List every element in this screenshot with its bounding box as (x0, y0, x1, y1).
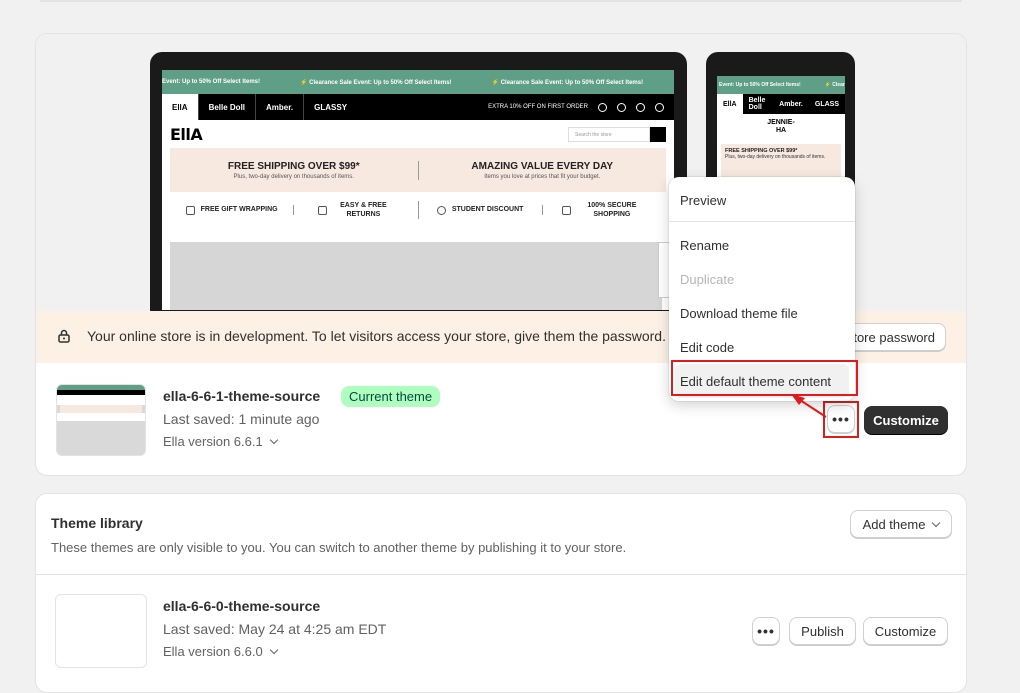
theme-version[interactable]: Ella version 6.6.0 (163, 644, 278, 659)
globe-icon (655, 102, 664, 112)
desktop-screen: Event: Up to 50% Off Select Items! ⚡ Cle… (162, 70, 674, 310)
desktop-preview: Event: Up to 50% Off Select Items! ⚡ Cle… (150, 52, 687, 322)
customize-button[interactable]: Customize (863, 617, 948, 645)
hero-placeholder (170, 242, 662, 310)
compare-icon (636, 102, 645, 112)
version-label: Ella version 6.6.1 (163, 434, 263, 449)
store-tab: EllA (162, 94, 199, 120)
menu-item-download[interactable]: Download theme file (669, 296, 855, 330)
search-icon (650, 126, 666, 142)
store-tab: Belle Doll (748, 97, 766, 111)
store-tab: Belle Doll (199, 94, 257, 120)
chevron-down-icon (932, 518, 941, 527)
current-theme-saved: Last saved: 1 minute ago (163, 411, 320, 427)
theme-saved: Last saved: May 24 at 4:25 am EDT (163, 621, 387, 637)
announcement-bar: Event: Up to 50% Off Select Items! ⚡ Cle… (162, 70, 674, 94)
value-sub: Items you love at prices that fit your b… (484, 173, 601, 180)
shipping-banner: FREE SHIPPING OVER $99* Plus, two-day de… (170, 148, 666, 192)
mobile-logo: JENNIE-HA (767, 119, 795, 134)
discount-icon (436, 205, 446, 215)
user-icon (598, 102, 607, 112)
promo-text: EXTRA 10% OFF ON FIRST ORDER (488, 104, 588, 110)
announcement-text: ⚡ Clearance Sale Event: Up to 50% Off Se… (491, 79, 644, 86)
feature-label: 100% SECURE SHOPPING (587, 201, 637, 218)
announcement-text: ⚡ Clearance Sale Event: Up to 50% Off Se… (300, 79, 452, 86)
menu-item-duplicate: Duplicate (680, 271, 735, 287)
menu-item-edit-code[interactable]: Edit code (669, 330, 855, 364)
feature-label: FREE GIFT WRAPPING (200, 206, 278, 214)
shield-icon (561, 205, 571, 215)
menu-divider (669, 221, 855, 222)
feature-label: STUDENT DISCOUNT (451, 206, 524, 214)
store-search: Search the store (568, 126, 666, 142)
ship-sub: Plus, two-day delivery on thousands of i… (233, 173, 354, 180)
version-label: Ella version 6.6.0 (163, 644, 263, 659)
mobile-ship: FREE SHIPPING OVER $99* Plus, two-day de… (721, 144, 841, 178)
customize-button[interactable]: Customize (864, 406, 948, 434)
menu-item-preview[interactable]: Preview (669, 183, 855, 217)
banner-text: Your online store is in development. To … (87, 328, 666, 344)
theme-thumbnail[interactable] (55, 594, 147, 668)
store-tab: GLASSY (314, 102, 348, 112)
gift-icon (185, 205, 195, 215)
divider (36, 574, 966, 575)
add-theme-label: Add theme (862, 516, 926, 532)
theme-library-card: Theme library These themes are only visi… (35, 493, 967, 693)
store-nav-right: EXTRA 10% OFF ON FIRST ORDER (488, 102, 674, 112)
feature-label: EASY & FREE RETURNS (340, 201, 387, 218)
current-theme-name: ella-6-6-1-theme-source (163, 388, 321, 404)
mobile-ship-sub: Plus, two-day delivery on thousands of i… (725, 154, 826, 160)
store-search-input: Search the store (568, 126, 650, 142)
add-theme-button[interactable]: Add theme (850, 510, 952, 538)
store-logo: EllA (170, 124, 203, 144)
store-tab: EllA (717, 94, 743, 114)
theme-name: ella-6-6-0-theme-source (163, 598, 321, 614)
highlight-box (823, 401, 859, 438)
features-row: FREE GIFT WRAPPING EASY & FREE RETURNS S… (170, 192, 666, 228)
store-tab: Amber. (256, 94, 305, 120)
announcement-text: ⚡ Clearance Sale Event: Up to 50% Off Se… (824, 82, 845, 88)
lock-icon (58, 329, 70, 343)
mobile-announcement: Event: Up to 50% Off Select Items! ⚡ Cle… (717, 76, 845, 94)
highlight-box (671, 360, 858, 396)
library-description: These themes are only visible to you. Yo… (51, 540, 627, 555)
mobile-header: JENNIE-HA (717, 114, 845, 140)
wishlist-icon (617, 102, 626, 112)
store-nav: EllA Belle Doll Amber. GLASSY EXTRA 10% … (162, 94, 674, 120)
chevron-down-icon (269, 645, 278, 655)
more-actions-button[interactable]: ••• (752, 617, 780, 645)
current-theme-version[interactable]: Ella version 6.6.1 (163, 434, 278, 449)
chevron-down-icon (269, 435, 278, 445)
current-theme-thumbnail[interactable] (56, 384, 146, 456)
mobile-store-nav: EllA Belle Doll Amber. GLASS (717, 94, 845, 114)
ship-heading: FREE SHIPPING OVER $99* (227, 160, 360, 172)
previous-card-edge (40, 0, 962, 2)
current-theme-badge: Current theme (341, 386, 441, 407)
announcement-text: Event: Up to 50% Off Select Items! (719, 82, 801, 88)
box-icon (318, 205, 328, 215)
store-header: EllA Search the store (162, 120, 674, 148)
library-title: Theme library (51, 515, 143, 531)
value-heading: AMAZING VALUE EVERY DAY (471, 160, 614, 172)
store-tab: GLASS (814, 100, 839, 108)
announcement-text: Event: Up to 50% Off Select Items! (162, 79, 261, 85)
publish-button[interactable]: Publish (789, 617, 856, 645)
menu-item-rename[interactable]: Rename (669, 228, 855, 262)
store-tab: Amber. (779, 100, 803, 108)
